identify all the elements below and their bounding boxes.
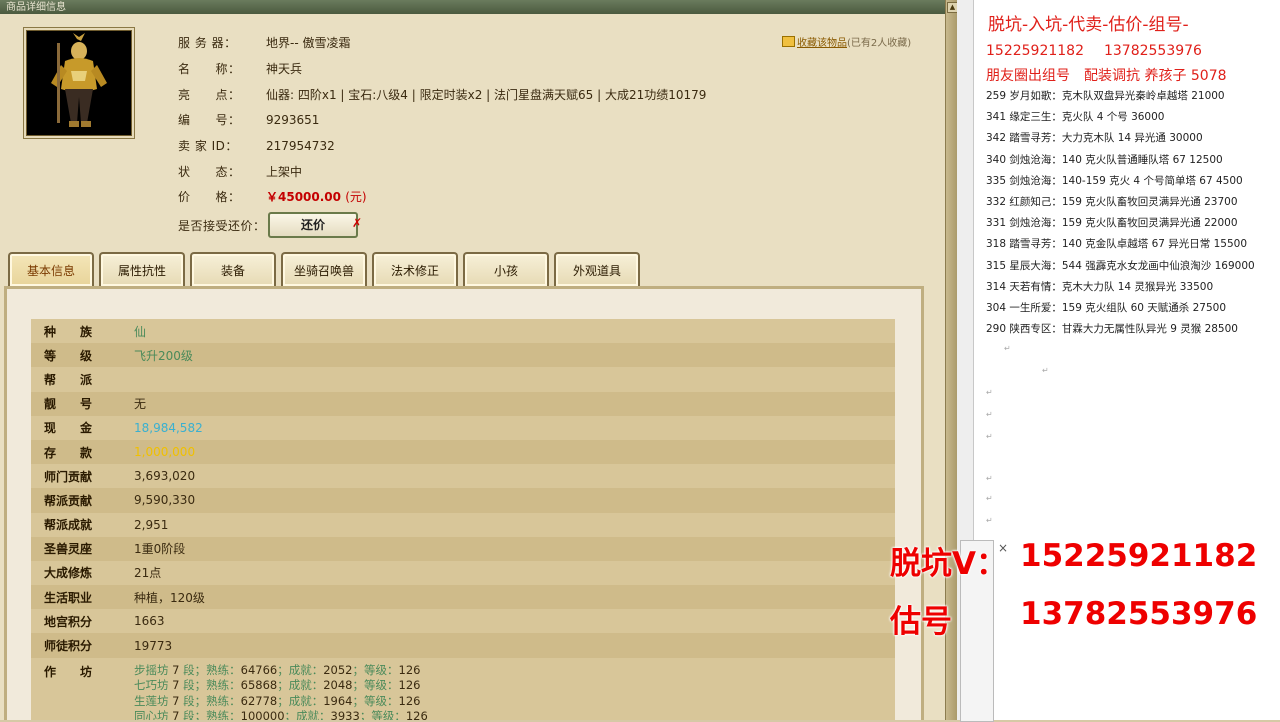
price-unit: (元) [345, 190, 367, 204]
table-row: 圣兽灵座 1重0阶段 [31, 536, 895, 561]
ad-title: 脱坑-入坑-代卖-估价-组号- [988, 15, 1189, 35]
seller-row: 卖 家 ID： 217954732 [178, 137, 335, 154]
list-item: 341 缘定三生：克火队 4 个号 36000 [986, 111, 1165, 124]
serial-label: 编 号： [178, 113, 241, 127]
table-row: 存 款 1,000,000 [31, 439, 895, 465]
window-title: 商品详细信息 [6, 2, 66, 13]
tab-basic-info[interactable]: 基本信息 [8, 252, 94, 286]
ad-phone-2: 13782553976 [1103, 43, 1202, 59]
status-label: 状 态： [178, 165, 241, 179]
tab-mounts-pets[interactable]: 坐骑召唤兽 [281, 252, 367, 286]
list-item: 340 剑烛沧海：140 克火队普通睡队塔 67 12500 [986, 153, 1223, 166]
basic-info-table: 种 族仙 等 级飞升200级 帮 派 靓 号无 现 金 18,984,582 存 … [31, 319, 895, 720]
tab-attributes[interactable]: 属性抗性 [99, 252, 185, 286]
tab-appearance[interactable]: 外观道具 [554, 252, 640, 286]
bargain-row: 是否接受还价： [178, 217, 266, 234]
paragraph-mark-icon: ↵ [986, 432, 993, 441]
paragraph-mark-icon: ↵ [1042, 366, 1049, 375]
price-value: ￥45000.00 (元) [266, 190, 367, 204]
seller-value: 217954732 [266, 139, 335, 153]
list-item: 步摇坊 7 段；熟练：64766；成就：2052；等级：126 [134, 662, 421, 677]
listing-list: 259 岁月如歌：克木队双盘异光秦岭卓越塔 21000 341 缘定三生：克火队… [986, 86, 1255, 340]
list-item: 同心坊 7 段；熟练：100000；成就：3933；等级：126 [134, 709, 428, 720]
list-item: 318 踏雪寻芳：140 克金队卓越塔 67 异光日常 15500 [986, 238, 1248, 251]
price-label: 价 格： [178, 190, 241, 204]
table-row: 帮派贡献 9,590,330 [31, 488, 895, 513]
table-row: 大成修炼 21点 [31, 560, 895, 586]
cash-value: 18,984,582 [134, 420, 203, 435]
highlight-row: 亮 点： 仙器: 四阶x1 | 宝石:八级4 | 限定时装x2 | 法门星盘满天赋… [178, 86, 706, 103]
tab-children[interactable]: 小孩 [463, 252, 549, 286]
list-item: 332 红颜知己：159 克火队畜牧回灵满异光通 23700 [986, 195, 1238, 208]
list-item: 生莲坊 7 段；熟练：62778；成就：1964；等级：126 [134, 693, 421, 708]
overlay-contact-phone: 15225921182 [1020, 538, 1258, 574]
ad-phone-1: 15225921182 [986, 43, 1084, 59]
overlay-contact-label: 脱坑V： [890, 546, 1007, 582]
server-row: 服 务 器： 地界-- 傲雪凌霜 [178, 34, 350, 51]
table-row: 师门贡献 3,693,020 [31, 464, 895, 489]
paragraph-mark-icon: ↵ [986, 474, 993, 483]
paragraph-mark-icon: ↵ [986, 388, 993, 397]
list-item: 342 踏雪寻芳：大力克木队 14 异光通 30000 [986, 132, 1203, 145]
highlight-value: 仙器: 四阶x1 | 宝石:八级4 | 限定时装x2 | 法门星盘满天赋65 |… [266, 88, 707, 102]
table-row: 等 级飞升200级 [31, 343, 895, 368]
list-item: 331 剑烛沧海：159 克火队畜牧回灵满异光通 22000 [986, 217, 1238, 230]
table-row: 靓 号无 [31, 391, 895, 416]
overlay-appraise-label: 估号 [890, 604, 952, 640]
paragraph-mark-icon: ↵ [986, 410, 993, 419]
status-value: 上架中 [266, 165, 303, 179]
list-item: 259 岁月如歌：克木队双盘异光秦岭卓越塔 21000 [986, 90, 1225, 102]
deposit-value: 1,000,000 [134, 445, 196, 460]
tab-spell-correction[interactable]: 法术修正 [372, 252, 458, 286]
server-label: 服 务 器： [178, 36, 237, 50]
ad-slogan: 朋友圈出组号 配装调抗 养孩子 5078 [986, 68, 1227, 84]
serial-value: 9293651 [266, 113, 320, 127]
item-detail-pane: 商品详细信息 服 务 器： 地界-- 傲雪凌霜 名 称： 神天兵 亮 点： 仙器: 四… [0, 0, 948, 720]
overlay-appraise-phone: 13782553976 [1020, 596, 1258, 632]
favorite-area: 收藏该物品(已有2人收藏) [782, 34, 911, 49]
bargain-button[interactable]: 还价 [268, 212, 358, 238]
table-row: 帮 派 [31, 367, 895, 392]
bargain-label: 是否接受还价： [178, 219, 266, 233]
name-row: 名 称： 神天兵 [178, 60, 302, 77]
price-row: 价 格： ￥45000.00 (元) [178, 188, 367, 205]
workshop-lines: 步摇坊 7 段；熟练：64766；成就：2052；等级：126 七巧坊 7 段；… [134, 662, 428, 720]
window-titlebar[interactable]: 商品详细信息 [0, 0, 948, 14]
serial-row: 编 号： 9293651 [178, 111, 319, 128]
favorite-count: (已有2人收藏) [847, 38, 912, 49]
favorite-link[interactable]: 收藏该物品 [797, 38, 847, 49]
seller-label: 卖 家 ID： [178, 139, 238, 153]
paragraph-mark-icon: ↵ [986, 516, 993, 525]
paragraph-mark-icon: ↵ [1004, 344, 1011, 353]
list-item: 335 剑烛沧海：140-159 克火 4 个号简单塔 67 4500 [986, 174, 1243, 187]
basic-info-panel: 种 族仙 等 级飞升200级 帮 派 靓 号无 现 金 18,984,582 存 … [4, 286, 924, 720]
table-row: 帮派成就 2,951 [31, 512, 895, 537]
bargain-unavailable-icon: ✗ [352, 216, 363, 230]
ad-phones: 15225921182 13782553976 [986, 43, 1222, 59]
list-item: 七巧坊 7 段；熟练：65868；成就：2048；等级：126 [134, 678, 421, 693]
favorite-icon[interactable] [782, 36, 795, 47]
list-item: 304 一生所爱：159 克火组队 60 天赋通杀 27500 [986, 301, 1227, 314]
table-row: 生活职业 种植，120级 [31, 585, 895, 610]
race-value: 仙 [134, 324, 147, 339]
character-figure-icon [27, 31, 131, 135]
workshop-row: 作 坊 步摇坊 7 段；熟练：64766；成就：2052；等级：126 七巧坊 … [31, 657, 895, 720]
name-label: 名 称： [178, 62, 241, 76]
table-row: 地宫积分 1663 [31, 609, 895, 634]
table-row: 种 族仙 [31, 319, 895, 344]
character-avatar [26, 30, 132, 136]
tab-equipment[interactable]: 装备 [190, 252, 276, 286]
level-value: 飞升200级 [134, 348, 193, 363]
status-row: 状 态： 上架中 [178, 163, 302, 180]
name-value: 神天兵 [266, 62, 303, 76]
server-value: 地界-- 傲雪凌霜 [266, 36, 351, 50]
vanity-id-value: 无 [134, 397, 147, 412]
highlight-label: 亮 点： [178, 88, 241, 102]
list-item: 315 星辰大海：544 强霹克水女龙画中仙浪淘沙 169000 [986, 259, 1255, 272]
table-row: 师徒积分 19773 [31, 633, 895, 658]
list-item: 314 天若有情：克木大力队 14 灵猴异光 33500 [986, 280, 1214, 293]
list-item: 290 陕西专区：甘霖大力无属性队异光 9 灵猴 28500 [986, 323, 1238, 336]
paragraph-mark-icon: ↵ [986, 494, 993, 503]
table-row: 现 金 18,984,582 [31, 415, 895, 440]
